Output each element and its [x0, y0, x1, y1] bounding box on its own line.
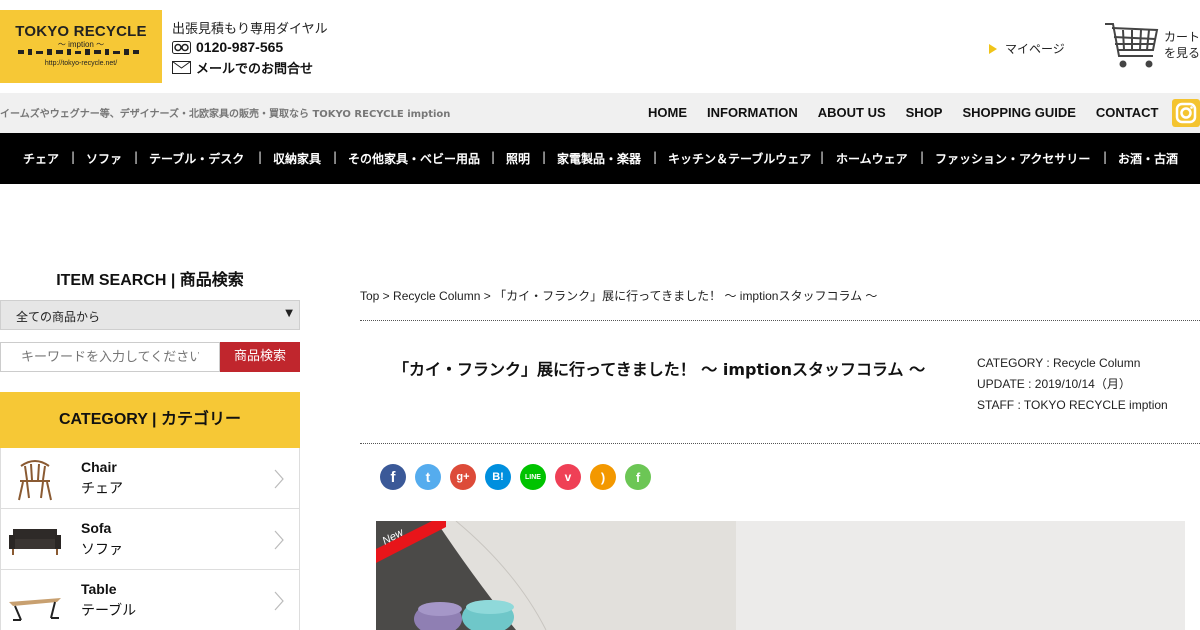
nav-separator: | — [491, 150, 496, 164]
nav-separator: | — [820, 150, 825, 164]
breadcrumb[interactable]: Top > Recycle Column > 「カイ・フランク」展に行ってきまし… — [360, 287, 877, 304]
divider — [360, 320, 1200, 321]
item-search-heading: ITEM SEARCH | 商品検索 — [56, 272, 244, 289]
site-header: TOKYO RECYCLE ～ imption ～ http://tokyo-r… — [0, 0, 1200, 93]
nav-about-us[interactable]: ABOUT US — [818, 105, 886, 120]
chevron-right-icon — [274, 591, 284, 611]
twitter-icon[interactable]: t — [415, 464, 441, 490]
search-scope-value: 全ての商品から — [16, 310, 101, 324]
global-nav: HOME INFORMATION ABOUT US SHOP SHOPPING … — [638, 105, 1169, 120]
mypage-label: マイページ — [1005, 42, 1065, 56]
logo-url: http://tokyo-recycle.net/ — [44, 60, 118, 67]
estimate-dial-label: 出張見積もり専用ダイヤル — [172, 21, 328, 37]
nav-shop[interactable]: SHOP — [906, 105, 943, 120]
category-item-table[interactable]: Table テーブル — [0, 570, 300, 630]
category-heading: CATEGORY | カテゴリー — [0, 392, 300, 448]
category-en-label: Chair — [81, 459, 117, 475]
logo-title: TOKYO RECYCLE — [15, 23, 147, 40]
nav-separator: | — [920, 150, 925, 164]
sofa-thumbnail — [9, 529, 61, 555]
chevron-right-icon — [274, 469, 284, 489]
category-ja-label: テーブル — [81, 603, 137, 619]
pocket-icon[interactable]: v — [555, 464, 581, 490]
post-category: CATEGORY : Recycle Column — [977, 356, 1141, 370]
nav-contact[interactable]: CONTACT — [1096, 105, 1159, 120]
rss-icon[interactable]: ) — [590, 464, 616, 490]
catnav-liquor[interactable]: お酒・古酒 — [1118, 150, 1178, 167]
arrow-right-icon — [989, 43, 997, 54]
search-scope-select[interactable]: 全ての商品から ▼ — [0, 300, 300, 330]
hatena-bookmark-icon[interactable]: B! — [485, 464, 511, 490]
site-logo[interactable]: TOKYO RECYCLE ～ imption ～ http://tokyo-r… — [0, 10, 162, 83]
divider — [360, 443, 1200, 444]
catnav-chair[interactable]: チェア — [23, 150, 59, 167]
dropdown-arrow-icon: ▼ — [285, 308, 293, 319]
nav-information[interactable]: INFORMATION — [707, 105, 798, 120]
search-button[interactable]: 商品検索 — [220, 342, 300, 372]
post-title: 「カイ・フランク」展に行ってきました！ ～ imptionスタッフコラム ～ — [393, 360, 926, 379]
catnav-fashion[interactable]: ファッション・アクセサリー — [935, 150, 1090, 167]
mail-contact-link[interactable]: メールでのお問合せ — [196, 58, 313, 77]
shopping-cart-icon — [1105, 23, 1159, 68]
nav-separator: | — [71, 150, 76, 164]
nav-separator: | — [134, 150, 139, 164]
cart-label-line2: を見る — [1164, 46, 1200, 60]
cart-label-line1: カート — [1164, 30, 1200, 44]
facebook-icon[interactable]: f — [380, 464, 406, 490]
chair-thumbnail — [18, 460, 52, 501]
share-buttons: f t g+ B! LINE v ) f — [380, 464, 660, 490]
site-tagline: イームズやウェグナー等、デザイナーズ・北欧家具の販売・買取なら TOKYO RE… — [0, 109, 451, 120]
contact-block: 出張見積もり専用ダイヤル 0120-987-565 メールでのお問合せ — [172, 17, 328, 77]
category-item-chair[interactable]: Chair チェア — [0, 448, 300, 509]
chevron-right-icon — [274, 530, 284, 550]
google-plus-icon[interactable]: g+ — [450, 464, 476, 490]
category-en-label: Table — [81, 581, 117, 597]
mypage-link[interactable]: マイページ — [989, 40, 1065, 57]
post-hero-image — [376, 521, 1185, 630]
nav-separator: | — [653, 150, 658, 164]
mail-icon — [172, 60, 191, 74]
table-thumbnail — [9, 598, 61, 621]
keyword-search-input[interactable] — [0, 342, 220, 372]
catnav-lighting[interactable]: 照明 — [506, 150, 530, 167]
nav-separator: | — [542, 150, 547, 164]
post-staff: STAFF : TOKYO RECYCLE imption — [977, 398, 1168, 412]
category-ja-label: ソファ — [81, 542, 123, 558]
nav-shopping-guide[interactable]: SHOPPING GUIDE — [962, 105, 1075, 120]
post-update-date: UPDATE : 2019/10/14（月） — [977, 377, 1131, 391]
catnav-other-furniture[interactable]: その他家具・ベビー用品 — [348, 150, 480, 167]
nav-separator: | — [1103, 150, 1108, 164]
catnav-table-desk[interactable]: テーブル・デスク — [149, 150, 244, 167]
nav-separator: | — [258, 150, 263, 164]
catnav-storage[interactable]: 収納家具 — [273, 150, 321, 167]
catnav-appliances[interactable]: 家電製品・楽器 — [557, 150, 641, 167]
nav-separator: | — [333, 150, 338, 164]
catnav-kitchen[interactable]: キッチン＆テーブルウェア — [668, 150, 811, 167]
post-meta: CATEGORY : Recycle Column UPDATE : 2019/… — [977, 353, 1168, 416]
phone-number[interactable]: 0120-987-565 — [196, 39, 283, 55]
instagram-icon[interactable] — [1172, 99, 1200, 127]
feedly-icon[interactable]: f — [625, 464, 651, 490]
hero-image-right — [736, 521, 1185, 630]
new-badge: New — [376, 521, 446, 569]
cart-link[interactable]: カート を見る — [1103, 20, 1200, 76]
logo-furniture-icons — [18, 49, 139, 55]
global-nav-bar: イームズやウェグナー等、デザイナーズ・北欧家具の販売・買取なら TOKYO RE… — [0, 93, 1200, 133]
nav-home[interactable]: HOME — [648, 105, 687, 120]
category-ja-label: チェア — [81, 481, 123, 497]
category-en-label: Sofa — [81, 520, 112, 536]
line-icon[interactable]: LINE — [520, 464, 546, 490]
catnav-sofa[interactable]: ソファ — [86, 150, 122, 167]
freedial-icon — [172, 40, 191, 54]
catnav-homeware[interactable]: ホームウェア — [836, 150, 908, 167]
category-nav: チェア | ソファ | テーブル・デスク | 収納家具 | その他家具・ベビー用… — [0, 133, 1200, 184]
category-item-sofa[interactable]: Sofa ソファ — [0, 509, 300, 570]
